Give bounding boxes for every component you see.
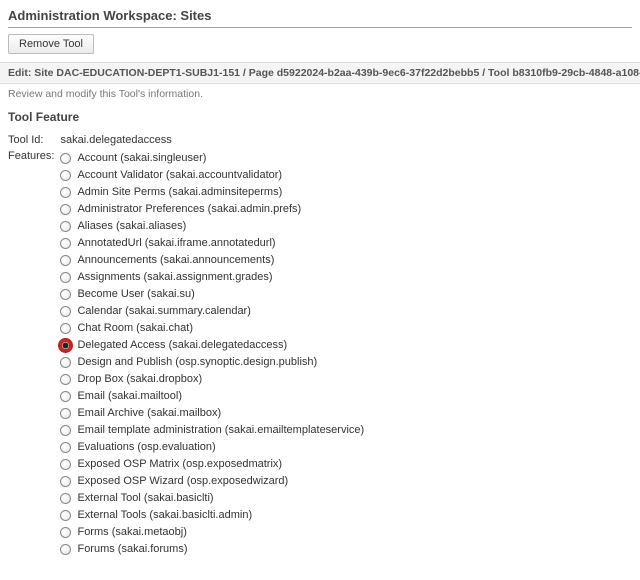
- feature-radio[interactable]: [60, 391, 71, 402]
- page-title: Administration Workspace: Sites: [8, 6, 632, 27]
- feature-label: Forums (sakai.forums): [77, 541, 187, 557]
- feature-row: Aliases (sakai.aliases): [60, 218, 364, 234]
- feature-row: Drop Box (sakai.dropbox): [60, 371, 364, 387]
- feature-label: Account (sakai.singleuser): [77, 150, 206, 166]
- feature-radio[interactable]: [60, 289, 71, 300]
- feature-label: Design and Publish (osp.synoptic.design.…: [77, 354, 317, 370]
- feature-radio[interactable]: [60, 459, 71, 470]
- feature-label: Admin Site Perms (sakai.adminsiteperms): [77, 184, 282, 200]
- feature-label: Email (sakai.mailtool): [77, 388, 182, 404]
- feature-radio[interactable]: [60, 527, 71, 538]
- feature-row: Exposed OSP Wizard (osp.exposedwizard): [60, 473, 364, 489]
- feature-row: Admin Site Perms (sakai.adminsiteperms): [60, 184, 364, 200]
- feature-label: Exposed OSP Wizard (osp.exposedwizard): [77, 473, 288, 489]
- feature-row: Announcements (sakai.announcements): [60, 252, 364, 268]
- feature-label: Account Validator (sakai.accountvalidato…: [77, 167, 282, 183]
- feature-radio[interactable]: [60, 357, 71, 368]
- feature-label: Assignments (sakai.assignment.grades): [77, 269, 272, 285]
- feature-row: AnnotatedUrl (sakai.iframe.annotatedurl): [60, 235, 364, 251]
- feature-label: Administrator Preferences (sakai.admin.p…: [77, 201, 301, 217]
- feature-label: AnnotatedUrl (sakai.iframe.annotatedurl): [77, 235, 275, 251]
- feature-label: Become User (sakai.su): [77, 286, 194, 302]
- feature-row: Forums (sakai.forums): [60, 541, 364, 557]
- feature-row: Exposed OSP Matrix (osp.exposedmatrix): [60, 456, 364, 472]
- feature-label: Evaluations (osp.evaluation): [77, 439, 215, 455]
- feature-label: Chat Room (sakai.chat): [77, 320, 193, 336]
- feature-row: Design and Publish (osp.synoptic.design.…: [60, 354, 364, 370]
- feature-radio[interactable]: [60, 476, 71, 487]
- tool-id-value: sakai.delegatedaccess: [60, 132, 370, 148]
- feature-radio[interactable]: [60, 425, 71, 436]
- feature-row: Assignments (sakai.assignment.grades): [60, 269, 364, 285]
- feature-radio[interactable]: [60, 204, 71, 215]
- feature-row: External Tools (sakai.basiclti.admin): [60, 507, 364, 523]
- feature-label: Drop Box (sakai.dropbox): [77, 371, 202, 387]
- feature-label: Announcements (sakai.announcements): [77, 252, 274, 268]
- title-divider: [8, 27, 632, 28]
- feature-label: Email Archive (sakai.mailbox): [77, 405, 221, 421]
- feature-radio[interactable]: [60, 153, 71, 164]
- feature-row: Email Archive (sakai.mailbox): [60, 405, 364, 421]
- section-heading: Tool Feature: [8, 110, 632, 124]
- feature-label: Calendar (sakai.summary.calendar): [77, 303, 250, 319]
- feature-row: Evaluations (osp.evaluation): [60, 439, 364, 455]
- feature-radio[interactable]: [60, 221, 71, 232]
- feature-radio[interactable]: [60, 187, 71, 198]
- feature-radio[interactable]: [60, 510, 71, 521]
- feature-label: Delegated Access (sakai.delegatedaccess): [77, 337, 287, 353]
- feature-row: Delegated Access (sakai.delegatedaccess): [60, 337, 364, 353]
- feature-row: Email (sakai.mailtool): [60, 388, 364, 404]
- feature-radio[interactable]: [60, 255, 71, 266]
- feature-radio[interactable]: [60, 323, 71, 334]
- feature-label: External Tool (sakai.basiclti): [77, 490, 213, 506]
- feature-radio[interactable]: [60, 272, 71, 283]
- feature-radio[interactable]: [60, 238, 71, 249]
- feature-label: Forms (sakai.metaobj): [77, 524, 186, 540]
- feature-radio[interactable]: [60, 442, 71, 453]
- feature-radio[interactable]: [60, 170, 71, 181]
- feature-row: Account (sakai.singleuser): [60, 150, 364, 166]
- feature-label: External Tools (sakai.basiclti.admin): [77, 507, 252, 523]
- feature-radio[interactable]: [60, 340, 71, 351]
- features-label: Features:: [8, 148, 60, 560]
- feature-label: Email template administration (sakai.ema…: [77, 422, 364, 438]
- feature-radio[interactable]: [60, 408, 71, 419]
- tool-id-label: Tool Id:: [8, 132, 60, 148]
- remove-tool-button[interactable]: Remove Tool: [8, 34, 94, 54]
- feature-label: Aliases (sakai.aliases): [77, 218, 186, 234]
- feature-row: Become User (sakai.su): [60, 286, 364, 302]
- feature-row: Chat Room (sakai.chat): [60, 320, 364, 336]
- feature-radio[interactable]: [60, 306, 71, 317]
- instruction-text: Review and modify this Tool's informatio…: [8, 88, 632, 100]
- feature-radio[interactable]: [60, 374, 71, 385]
- feature-radio[interactable]: [60, 544, 71, 555]
- feature-row: Administrator Preferences (sakai.admin.p…: [60, 201, 364, 217]
- feature-row: Account Validator (sakai.accountvalidato…: [60, 167, 364, 183]
- feature-row: External Tool (sakai.basiclti): [60, 490, 364, 506]
- breadcrumb: Edit: Site DAC-EDUCATION-DEPT1-SUBJ1-151…: [0, 62, 640, 84]
- feature-row: Calendar (sakai.summary.calendar): [60, 303, 364, 319]
- feature-row: Forms (sakai.metaobj): [60, 524, 364, 540]
- feature-label: Exposed OSP Matrix (osp.exposedmatrix): [77, 456, 282, 472]
- feature-row: Email template administration (sakai.ema…: [60, 422, 364, 438]
